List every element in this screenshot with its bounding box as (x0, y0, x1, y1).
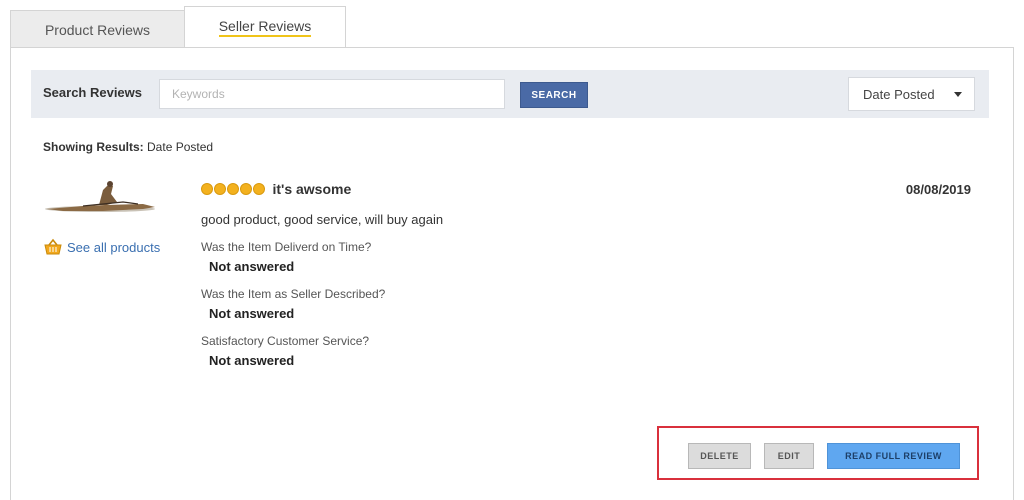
read-full-review-button[interactable]: READ FULL REVIEW (827, 443, 960, 469)
see-all-products-label: See all products (67, 239, 161, 255)
basket-icon (44, 238, 62, 255)
tab-product-reviews-label: Product Reviews (44, 21, 151, 38)
tab-seller-reviews[interactable]: Seller Reviews (184, 6, 346, 48)
answer-as-described: Not answered (209, 306, 295, 321)
question-customer-service: Satisfactory Customer Service? (201, 334, 370, 348)
product-thumbnail[interactable] (43, 178, 158, 218)
delete-button[interactable]: DELETE (688, 443, 751, 469)
review-card: it's awsome 08/08/2019 good product, goo… (201, 180, 971, 368)
tab-seller-reviews-label: Seller Reviews (218, 18, 312, 37)
star-icon (201, 182, 213, 195)
review-header: it's awsome 08/08/2019 (201, 180, 971, 198)
star-icon (253, 182, 265, 195)
review-title: it's awsome (272, 180, 352, 197)
question-as-described: Was the Item as Seller Described? (201, 287, 386, 301)
star-icon (227, 182, 239, 195)
answer-customer-service: Not answered (209, 353, 295, 368)
chevron-down-icon (954, 92, 962, 97)
answer-delivered-on-time: Not answered (209, 259, 295, 274)
star-icon (214, 182, 226, 195)
star-icon (240, 182, 252, 195)
see-all-products-link[interactable]: See all products (44, 238, 160, 256)
rating-stars (201, 182, 265, 195)
showing-results-prefix: Showing Results: (43, 140, 144, 154)
tab-product-reviews[interactable]: Product Reviews (10, 10, 185, 48)
review-date: 08/08/2019 (905, 182, 971, 197)
question-delivered-on-time: Was the Item Deliverd on Time? (201, 240, 372, 254)
search-bar: Search Reviews SEARCH Date Posted (31, 70, 989, 118)
edit-button[interactable]: EDIT (764, 443, 814, 469)
showing-results: Showing Results: Date Posted (43, 140, 213, 154)
review-body: good product, good service, will buy aga… (201, 212, 444, 227)
sort-dropdown[interactable]: Date Posted (848, 77, 975, 111)
search-input[interactable] (159, 79, 505, 109)
search-label: Search Reviews (43, 85, 143, 100)
showing-results-value: Date Posted (147, 140, 214, 154)
search-button[interactable]: SEARCH (520, 82, 588, 108)
sort-selected-value: Date Posted (863, 86, 935, 102)
